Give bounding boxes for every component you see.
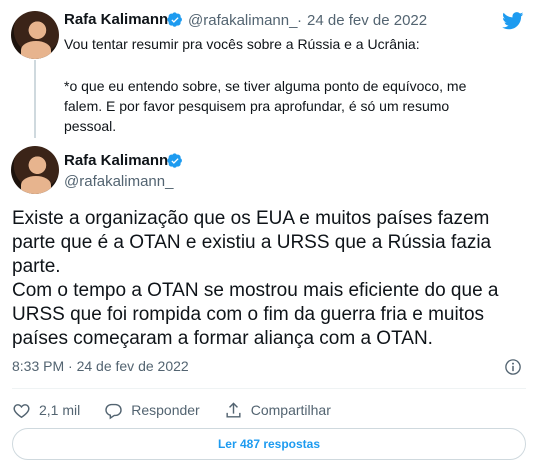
main-text-line-4: Com o tempo a OTAN se mostrou mais efici… — [12, 280, 499, 301]
share-icon — [226, 401, 241, 418]
twitter-bird-icon[interactable] — [502, 12, 524, 30]
main-text-line-3: parte. — [12, 256, 61, 277]
parent-text-line-1: Vou tentar resumir pra vocês sobre a Rús… — [64, 36, 420, 52]
main-text-line-6: países começaram a formar aliança com a … — [12, 328, 433, 349]
like-button[interactable]: 2,1 mil — [12, 401, 80, 420]
tweet-timestamp[interactable]: 8:33 PM · 24 de fev de 2022 — [12, 358, 189, 374]
read-replies-button[interactable]: Ler 487 respostas — [12, 428, 526, 460]
main-text-line-5: URSS que foi rompida com o fim da guerra… — [12, 304, 485, 325]
main-text-line-2: parte que é a OTAN e existiu a URSS que … — [12, 232, 492, 253]
share-button[interactable]: Compartilhar — [224, 401, 331, 420]
main-text-line-1: Existe a organização que os EUA e muitos… — [12, 208, 490, 229]
verified-badge-icon — [167, 12, 182, 27]
like-count: 2,1 mil — [39, 402, 81, 418]
tweet-embed-card: Rafa Kalimann @rafakalimann_ · 24 de fev… — [0, 0, 538, 469]
reply-button[interactable]: Responder — [104, 401, 200, 420]
thread-connector-line — [34, 60, 36, 138]
parent-author-name[interactable]: Rafa Kalimann — [64, 11, 168, 28]
parent-text-line-4: falem. E por favor pesquisem pra aprofun… — [64, 98, 450, 114]
share-label: Compartilhar — [250, 402, 331, 418]
action-bar: 2,1 mil Responder Compartilhar — [12, 400, 355, 420]
parent-separator: · — [297, 12, 302, 29]
parent-avatar[interactable] — [11, 11, 59, 59]
parent-text-line-3: *o que eu entendo sobre, se tiver alguma… — [64, 78, 467, 94]
parent-handle[interactable]: @rafakalimann_ — [188, 12, 297, 29]
info-icon[interactable] — [504, 358, 522, 376]
reply-label: Responder — [131, 402, 200, 418]
main-avatar[interactable] — [11, 146, 59, 194]
parent-date[interactable]: 24 de fev de 2022 — [307, 12, 427, 29]
verified-badge-icon — [167, 153, 182, 168]
reply-icon — [105, 403, 122, 419]
main-tweet-text: Existe a organização que os EUA e muitos… — [12, 207, 527, 351]
heart-icon — [13, 403, 30, 418]
divider — [12, 388, 526, 389]
parent-text-line-5: pessoal. — [64, 118, 117, 134]
main-author-name[interactable]: Rafa Kalimann — [64, 152, 168, 169]
main-handle[interactable]: @rafakalimann_ — [64, 173, 173, 190]
